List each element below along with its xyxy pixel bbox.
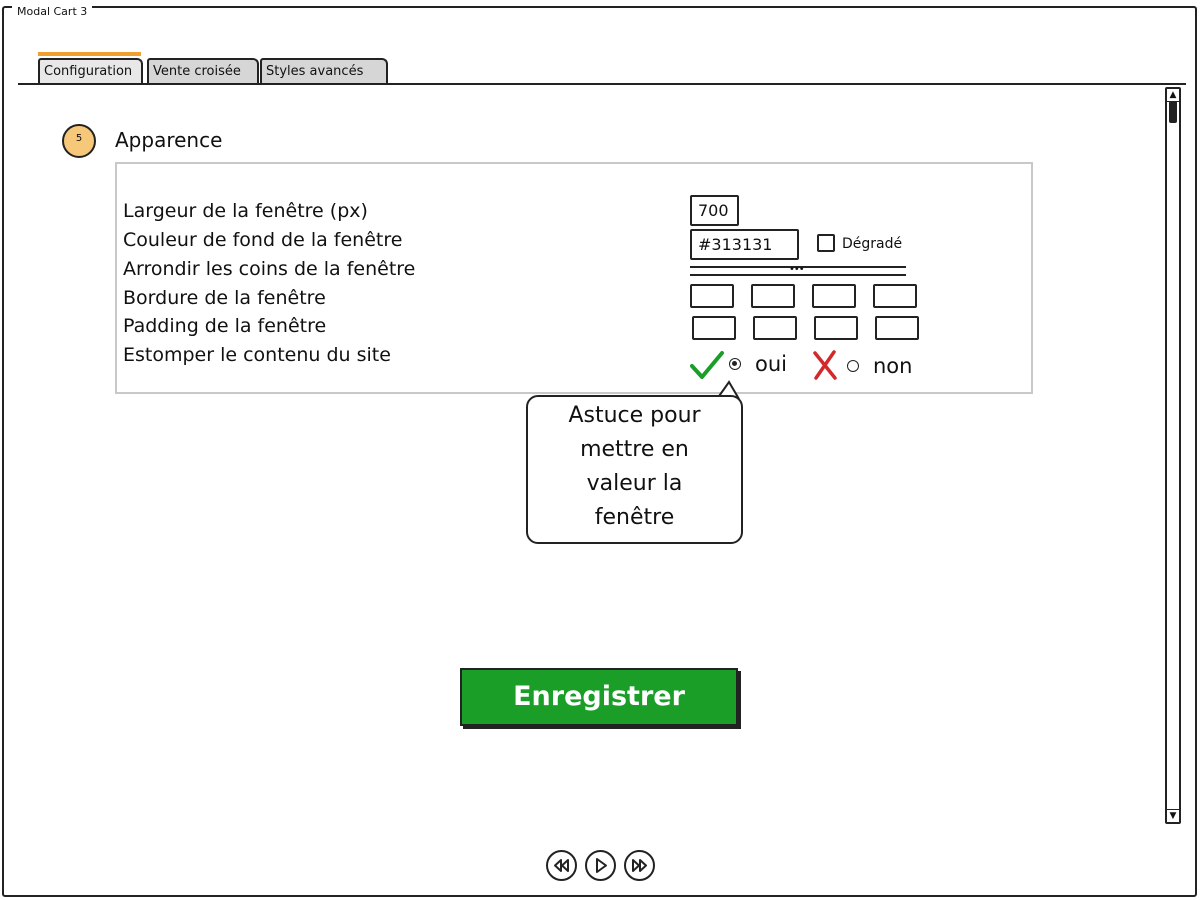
rewind-icon[interactable] xyxy=(546,850,577,881)
tip-line: fenêtre xyxy=(594,505,675,530)
tab-styles-avances[interactable]: Styles avancés xyxy=(260,58,388,83)
window-title: Modal Cart 3 xyxy=(12,6,93,18)
padding-left-input[interactable] xyxy=(875,316,919,340)
tip-callout: Astuce pour mettre en valeur la fenêtre xyxy=(526,395,743,544)
label-window-border: Bordure de la fenêtre xyxy=(123,287,326,309)
border-left-input[interactable] xyxy=(873,284,917,308)
x-icon xyxy=(813,350,837,380)
active-tab-indicator xyxy=(38,52,141,56)
vertical-scrollbar[interactable]: ▲ ▼ xyxy=(1165,87,1181,824)
blur-no-label: non xyxy=(873,354,913,378)
scroll-thumb[interactable] xyxy=(1169,101,1177,123)
label-window-bg-color: Couleur de fond de la fenêtre xyxy=(123,229,403,251)
check-icon xyxy=(690,351,724,379)
play-icon[interactable] xyxy=(585,850,616,881)
save-button[interactable]: Enregistrer xyxy=(460,668,738,726)
fast-forward-icon[interactable] xyxy=(624,850,655,881)
tip-line: Astuce pour xyxy=(568,403,701,428)
tab-divider xyxy=(18,83,1186,85)
gradient-checkbox[interactable] xyxy=(817,234,835,252)
label-blur-site: Estomper le contenu du site xyxy=(123,344,391,366)
label-window-padding: Padding de la fenêtre xyxy=(123,315,327,337)
tab-vente-croisee[interactable]: Vente croisée xyxy=(147,58,259,83)
bg-color-input[interactable]: #313131 xyxy=(690,229,799,260)
label-window-radius: Arrondir les coins de la fenêtre xyxy=(123,258,416,280)
section-title: Apparence xyxy=(115,128,223,152)
border-top-input[interactable] xyxy=(690,284,734,308)
gradient-label: Dégradé xyxy=(842,236,903,252)
border-bottom-input[interactable] xyxy=(812,284,856,308)
radius-slider-handle[interactable]: ••• xyxy=(789,265,805,275)
padding-bottom-input[interactable] xyxy=(814,316,858,340)
tip-line: mettre en xyxy=(580,437,689,462)
chevron-down-icon[interactable]: ▼ xyxy=(1167,809,1179,822)
step-badge: 5 xyxy=(62,124,96,158)
tab-configuration[interactable]: Configuration xyxy=(38,58,143,83)
blur-yes-radio[interactable] xyxy=(729,358,741,370)
padding-top-input[interactable] xyxy=(692,316,736,340)
border-right-input[interactable] xyxy=(751,284,795,308)
blur-yes-label: oui xyxy=(755,352,787,376)
blur-no-radio[interactable] xyxy=(847,360,859,372)
tip-line: valeur la xyxy=(586,471,683,496)
window-width-input[interactable]: 700 xyxy=(690,195,739,226)
label-window-width: Largeur de la fenêtre (px) xyxy=(123,200,368,222)
padding-right-input[interactable] xyxy=(753,316,797,340)
